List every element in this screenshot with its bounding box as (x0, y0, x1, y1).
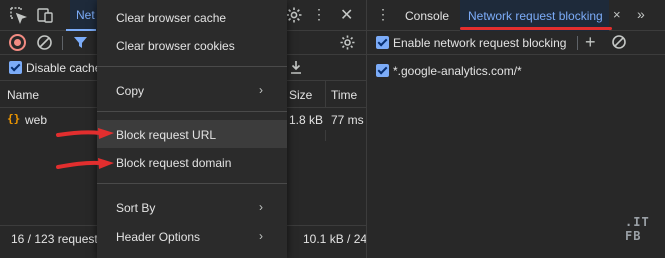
submenu-arrow-icon: › (259, 200, 263, 214)
context-menu: Clear browser cache Clear browser cookie… (97, 0, 287, 258)
column-time[interactable]: Time (331, 88, 357, 102)
menu-item-block-request-domain[interactable]: Block request domain (97, 148, 287, 176)
clear-icon[interactable] (36, 34, 53, 51)
more-options-icon[interactable]: ⋮ (312, 6, 326, 23)
close-tab-icon[interactable]: × (613, 7, 621, 22)
add-pattern-icon[interactable]: + (585, 32, 596, 53)
annotation-arrow-icon (56, 158, 114, 169)
request-size: 1.8 kB (289, 113, 324, 127)
menu-item-label: Header Options (116, 230, 201, 244)
toolbar-divider (577, 36, 578, 50)
column-name[interactable]: Name (7, 88, 39, 102)
menu-item-header-options[interactable]: Header Options › (97, 222, 287, 250)
network-settings-icon[interactable] (339, 34, 356, 51)
transferred-size: 10.1 kB / 24, (303, 232, 371, 246)
device-toolbar-icon[interactable] (36, 6, 54, 24)
inspect-element-icon[interactable] (9, 6, 28, 24)
menu-item-label: Copy (116, 84, 145, 98)
enable-blocking-label: Enable network request blocking (393, 36, 567, 50)
menu-item-label: Block request URL (116, 128, 217, 142)
blocking-toolbar: Enable network request blocking + (367, 31, 665, 55)
export-har-icon[interactable] (288, 59, 304, 75)
column-size[interactable]: Size (289, 88, 312, 102)
menu-item-label: Clear browser cookies (116, 39, 235, 53)
menu-separator (97, 111, 287, 112)
request-count: 16 / 123 request (11, 232, 98, 246)
watermark-line: .IT (625, 215, 650, 229)
menu-item-label: Block request domain (116, 156, 232, 170)
tab-console[interactable]: Console (405, 9, 449, 23)
menu-item-clear-cookies[interactable]: Clear browser cookies (97, 31, 287, 59)
enable-blocking-checkbox[interactable] (376, 36, 389, 49)
blocked-pattern-item[interactable]: *.google-analytics.com/* (367, 60, 665, 82)
submenu-arrow-icon: › (259, 83, 263, 97)
submenu-arrow-icon: › (259, 229, 263, 243)
menu-separator (97, 183, 287, 184)
more-tabs-icon[interactable]: » (637, 6, 645, 22)
close-icon[interactable]: ✕ (340, 5, 353, 25)
menu-item-copy[interactable]: Copy › (97, 76, 287, 104)
menu-item-sort-by[interactable]: Sort By › (97, 193, 287, 221)
script-icon: {} (7, 112, 21, 125)
request-name: web (25, 113, 48, 127)
record-icon[interactable] (9, 34, 26, 51)
drawer-menu-icon[interactable]: ⋮ (376, 6, 390, 23)
drawer-tabbar: ⋮ Console Network request blocking × » (367, 0, 665, 31)
menu-separator (97, 66, 287, 67)
pattern-label: *.google-analytics.com/* (393, 64, 522, 78)
watermark-line: FB (625, 229, 642, 243)
menu-item-clear-cache[interactable]: Clear browser cache (97, 3, 287, 31)
request-time: 77 ms (331, 113, 364, 127)
toolbar-divider (62, 36, 63, 50)
filter-icon[interactable] (72, 34, 89, 51)
menu-item-block-request-url[interactable]: Block request URL (97, 120, 287, 148)
watermark-logo: .IT FB (625, 215, 650, 243)
disable-cache-checkbox[interactable] (9, 61, 22, 74)
disable-cache-label: Disable cache (26, 61, 102, 75)
drawer-panel: ⋮ Console Network request blocking × » E… (366, 0, 665, 258)
menu-item-label: Sort By (116, 201, 156, 215)
annotation-arrow-icon (56, 128, 114, 139)
remove-all-patterns-icon[interactable] (611, 34, 627, 50)
annotation-underline (460, 27, 612, 30)
gear-icon[interactable] (285, 6, 303, 24)
menu-item-label: Clear browser cache (116, 11, 227, 25)
pattern-checkbox[interactable] (376, 64, 389, 77)
